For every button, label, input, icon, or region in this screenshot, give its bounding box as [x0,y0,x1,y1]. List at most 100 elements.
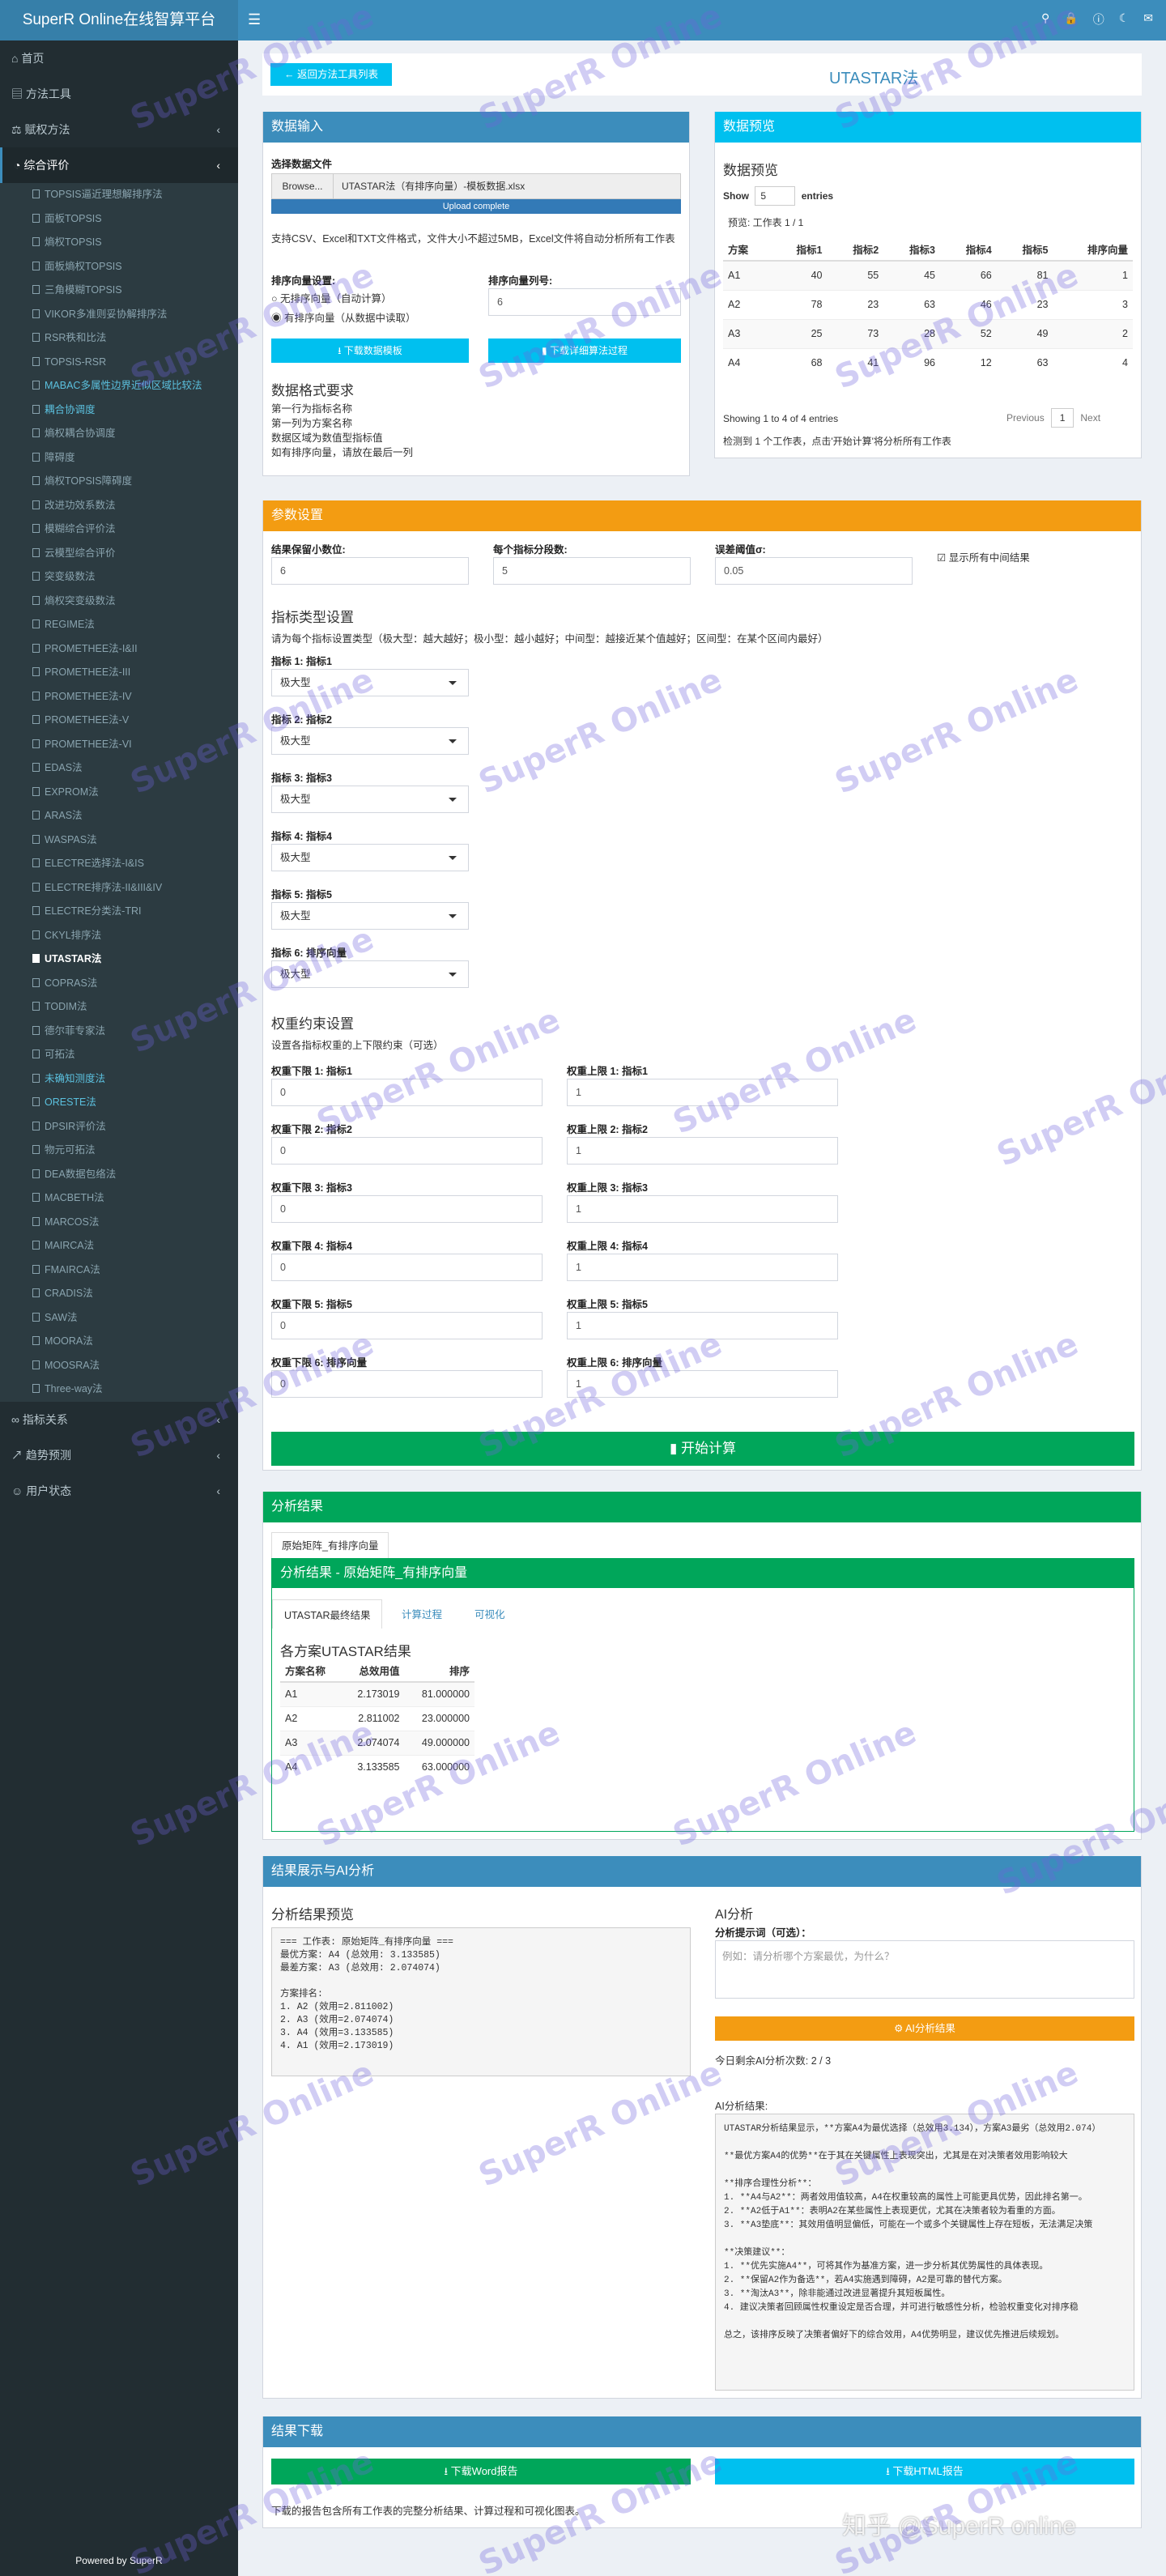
indicator-type-select[interactable]: 极大型 [271,902,469,930]
column-header[interactable]: 指标5 [996,238,1053,262]
sidebar-item[interactable]: ⌂ 首页 [0,40,238,76]
sidebar-item[interactable]: ▤ 方法工具 [0,76,238,112]
sidebar-subitem[interactable]: 改进功效系数法 [0,494,238,518]
sidebar-subitem[interactable]: 面板熵权TOPSIS [0,255,238,279]
tab-process[interactable]: 计算过程 [402,1606,442,1621]
sidebar-subitem[interactable]: MACBETH法 [0,1186,238,1211]
sidebar-subitem[interactable]: CRADIS法 [0,1282,238,1306]
sidebar-subitem[interactable]: 云模型综合评价 [0,542,238,566]
moon-icon[interactable]: ☾ [1119,11,1130,28]
sidebar-subitem[interactable]: 未确知测度法 [0,1067,238,1092]
sidebar-subitem[interactable]: UTASTAR法 [0,947,238,972]
weight-upper-input[interactable]: 1 [567,1254,838,1281]
weight-upper-input[interactable]: 1 [567,1079,838,1106]
column-header[interactable]: 方案名称 [280,1659,342,1683]
entries-select[interactable]: 5 [755,186,796,206]
help-icon[interactable]: ⓘ [1093,11,1104,28]
tab-visual[interactable]: 可视化 [474,1606,505,1621]
radio-no-rank[interactable]: ○ 无排序向量（自动计算） [271,290,392,305]
sidebar-subitem[interactable]: RSR秩和比法 [0,326,238,351]
column-header[interactable]: 方案 [723,238,771,262]
back-button[interactable]: ← 返回方法工具列表 [270,63,392,86]
sidebar-subitem[interactable]: MARCOS法 [0,1211,238,1235]
show-mid-checkbox[interactable]: ☑ 显示所有中间结果 [937,549,1030,564]
page-number[interactable]: 1 [1050,408,1075,428]
lock-icon[interactable]: 🔒 [1064,11,1078,28]
sidebar-subitem[interactable]: MOOSRA法 [0,1354,238,1378]
sidebar-subitem[interactable]: SAW法 [0,1306,238,1331]
sidebar-subitem[interactable]: MABAC多属性边界近似区域比较法 [0,374,238,398]
weight-upper-input[interactable]: 1 [567,1195,838,1223]
weight-upper-input[interactable]: 1 [567,1312,838,1339]
indicator-type-select[interactable]: 极大型 [271,669,469,696]
column-header[interactable]: 指标3 [883,238,940,262]
sidebar-subitem[interactable]: 耦合协调度 [0,398,238,423]
weight-lower-input[interactable]: 0 [271,1370,543,1398]
indicator-type-select[interactable]: 极大型 [271,960,469,988]
sidebar-item[interactable]: ⚖ 赋权方法 ‹ [0,112,238,147]
sidebar-subitem[interactable]: MAIRCA法 [0,1234,238,1258]
sidebar-subitem[interactable]: ELECTRE分类法-TRI [0,900,238,924]
ai-analyze-button[interactable]: ⚙ AI分析结果 [715,2016,1134,2041]
sidebar-subitem[interactable]: COPRAS法 [0,972,238,996]
weight-lower-input[interactable]: 0 [271,1079,543,1106]
download-template-button[interactable]: ⭳ 下载数据模板 [271,338,469,363]
sidebar-subitem[interactable]: DEA数据包络法 [0,1163,238,1187]
column-header[interactable]: 排序向量 [1053,238,1133,262]
download-html-button[interactable]: ⭳ 下载HTML报告 [715,2459,1134,2484]
column-header[interactable]: 指标1 [770,238,828,262]
sidebar-subitem[interactable]: PROMETHEE法-III [0,661,238,685]
sidebar-subitem[interactable]: DPSIR评价法 [0,1115,238,1139]
indicator-type-select[interactable]: 极大型 [271,844,469,871]
prompt-textarea[interactable]: 例如：请分析哪个方案最优，为什么？ [715,1940,1134,1999]
sidebar-subitem[interactable]: FMAIRCA法 [0,1258,238,1283]
sidebar-subitem[interactable]: 突变级数法 [0,565,238,590]
start-button[interactable]: ▮ 开始计算 [271,1432,1134,1466]
sidebar-subitem[interactable]: 可拓法 [0,1043,238,1067]
sidebar-subitem[interactable]: 模糊综合评价法 [0,517,238,542]
sidebar-subitem[interactable]: 熵权耦合协调度 [0,422,238,446]
weight-lower-input[interactable]: 0 [271,1195,543,1223]
chat-icon[interactable]: ✉ [1143,11,1153,28]
sidebar-subitem[interactable]: WASPAS法 [0,828,238,853]
sheet-tab[interactable]: 原始矩阵_有排序向量 [271,1532,389,1558]
sidebar-subitem[interactable]: TOPSIS-RSR [0,351,238,375]
rank-col-input[interactable]: 6 [488,288,681,316]
weight-lower-input[interactable]: 0 [271,1137,543,1165]
error-input[interactable]: 0.05 [715,557,913,585]
column-header[interactable]: 总效用值 [341,1659,405,1683]
ai-result-text[interactable]: UTASTAR分析结果显示，**方案A4为最优选择（总效用3.134），方案A3… [715,2114,1134,2391]
tab-final[interactable]: UTASTAR最终结果 [272,1599,383,1629]
indicator-type-select[interactable]: 极大型 [271,786,469,813]
prev-page[interactable]: Previous [1006,412,1045,424]
sidebar-subitem[interactable]: 三角模糊TOPSIS [0,279,238,303]
sidebar-item[interactable]: ∞ 指标关系 ‹ [0,1402,238,1437]
weight-lower-input[interactable]: 0 [271,1312,543,1339]
sidebar-subitem[interactable]: TOPSIS逼近理想解排序法 [0,183,238,207]
sidebar-subitem[interactable]: ARAS法 [0,804,238,828]
download-process-button[interactable]: ▮ 下载详细算法过程 [488,338,681,363]
column-header[interactable]: 排序 [404,1659,474,1683]
next-page[interactable]: Next [1080,412,1100,424]
sidebar-subitem[interactable]: 熵权突变级数法 [0,590,238,614]
app-logo[interactable]: SuperR Online在线智算平台 [0,0,238,40]
sidebar-item[interactable]: ☺ 用户状态 ‹ [0,1473,238,1509]
weight-upper-input[interactable]: 1 [567,1137,838,1165]
sidebar-subitem[interactable]: 德尔菲专家法 [0,1020,238,1044]
sidebar-subitem[interactable]: ORESTE法 [0,1091,238,1115]
sidebar-subitem[interactable]: PROMETHEE法-I&II [0,637,238,662]
sidebar-subitem[interactable]: TODIM法 [0,995,238,1020]
segments-input[interactable]: 5 [493,557,691,585]
sidebar-subitem[interactable]: ELECTRE选择法-I&IS [0,852,238,876]
radio-has-rank[interactable]: ◉ 有排序向量（从数据中读取） [271,309,416,325]
indicator-type-select[interactable]: 极大型 [271,727,469,755]
sidebar-subitem[interactable]: PROMETHEE法-V [0,709,238,733]
sidebar-subitem[interactable]: VIKOR多准则妥协解排序法 [0,303,238,327]
sidebar-subitem[interactable]: 障碍度 [0,446,238,470]
browse-button[interactable]: Browse... [272,174,334,198]
decimal-input[interactable]: 6 [271,557,469,585]
menu-toggle-icon[interactable]: ☰ [248,11,261,28]
weight-upper-input[interactable]: 1 [567,1370,838,1398]
sidebar-subitem[interactable]: 熵权TOPSIS [0,231,238,255]
sidebar-item[interactable]: ◔ 综合评价 ‹ [0,147,238,183]
